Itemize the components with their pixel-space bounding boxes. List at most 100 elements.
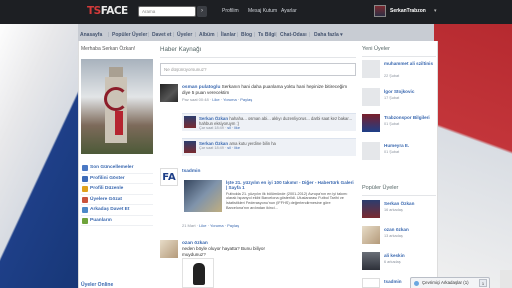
search-button[interactable]: › [197, 6, 207, 17]
greeting: Merhaba Serkan Özkan! [81, 46, 136, 52]
avatar[interactable] [184, 116, 196, 128]
avatar [374, 5, 386, 17]
avatar[interactable]: FA [160, 168, 178, 186]
post-time: Paz saat 00:48 [182, 96, 209, 102]
avatar [362, 114, 380, 132]
news-icon [82, 165, 88, 171]
subnav-ts-info[interactable]: Ts Bilgi [258, 32, 276, 38]
post-actions[interactable]: Like · Yoruma · Paylaş [212, 97, 252, 102]
subnav-home[interactable]: Anasayfa [80, 32, 102, 38]
menu-item-invite[interactable]: Arkadaş Davet Et [81, 205, 153, 216]
comment-body: Serkan Özkan hahaha... osman abi... aklı… [199, 116, 354, 130]
post-image[interactable] [182, 258, 214, 288]
member-date: 01 Şubat [384, 122, 400, 126]
scrollbar[interactable] [500, 270, 512, 288]
subnav-separator: | [309, 32, 311, 38]
post-actions[interactable]: Like · Yoruma · Paylaş [199, 223, 239, 228]
user-menu[interactable]: SerkanTrabzon ▾ [374, 4, 438, 19]
menu-item-label: Profili Düzenle [90, 186, 124, 191]
feed-post: ozan özkan neden böyle oluyor hayatta? B… [160, 240, 356, 260]
subnav-ads[interactable]: İlanlar [221, 32, 236, 38]
points-icon [82, 217, 88, 224]
feed-title: Haber Kaynağı [160, 46, 202, 53]
comment-actions[interactable]: sil · like [227, 146, 240, 150]
online-friends-chat-bar[interactable]: Çevrimiçi Arkadaşlar (1) 1 [410, 277, 490, 288]
member-date: 22 Şubat [384, 74, 400, 78]
article-description: Futbolda 21. yüzyılın ilk bölümünde (200… [226, 191, 348, 210]
member-name[interactable]: muhammet ali sziltinis [384, 61, 433, 66]
article-title[interactable]: İşte 21. yüzyılın en iyi 100 takımı! - D… [226, 180, 354, 191]
member-item[interactable]: Serkan Özkan 16 arkadaş [362, 200, 436, 226]
menu-item-label: Son Güncellemeler [90, 165, 134, 170]
subnav-separator: | [217, 32, 219, 38]
menu-item-browse-members[interactable]: Üyelere Gözat [81, 195, 153, 205]
profile-menu: Son Güncellemeler Profilini Göster Profi… [81, 163, 153, 226]
top-bar: TSFACE Arama › Profilim Mesaj Kutum Ayar… [0, 0, 512, 24]
subnav-album[interactable]: Albüm [199, 32, 215, 38]
menu-item-label: Puanların [90, 217, 112, 223]
member-item[interactable]: Humeyra E. 01 Şubat [362, 142, 436, 168]
member-name[interactable]: ozan özkan [384, 227, 409, 232]
subnav-invite[interactable]: Davet et [152, 32, 171, 38]
subnav-popular-members[interactable]: Popüler Üyeler [112, 32, 147, 38]
avatar [362, 252, 380, 270]
nav-profile[interactable]: Profilim [222, 8, 239, 14]
nav-messages[interactable]: Mesaj Kutum [248, 8, 277, 14]
subnav-members[interactable]: Üyeler [177, 32, 192, 38]
chat-count-badge[interactable]: 1 [479, 279, 487, 287]
comment-time: Çar saat 18:49 [199, 126, 224, 130]
subnav-separator: | [276, 32, 278, 38]
avatar [362, 60, 380, 78]
menu-item-label: Profilini Göster [90, 175, 125, 181]
members-icon [82, 196, 88, 203]
invite-icon [82, 207, 88, 213]
member-name[interactable]: Serkan Özkan [384, 201, 414, 206]
club-logo-icon [104, 87, 128, 111]
member-name[interactable]: tsadmin [384, 279, 402, 284]
member-name[interactable]: İgor Stojkovic [384, 89, 414, 94]
nav-settings[interactable]: Ayarlar [281, 8, 297, 14]
subnav-more[interactable]: Daha fazla ▾ [314, 32, 343, 38]
member-name[interactable]: Humeyra E. [384, 143, 409, 148]
avatar[interactable] [184, 141, 196, 153]
comment-meta: Çar saat 18:49 · sil · like [199, 126, 240, 130]
post-body: tsadmin [182, 168, 356, 174]
member-item[interactable]: ozan özkan 13 arkadaş [362, 226, 436, 252]
feed-post: osman pulatoglu Serkanın hani daha puanl… [160, 84, 356, 112]
chevron-down-icon: ▾ [434, 8, 437, 14]
avatar[interactable] [160, 240, 178, 258]
comment-actions[interactable]: sil · like [227, 126, 240, 130]
avatar[interactable] [160, 84, 178, 102]
profile-photo[interactable] [81, 59, 153, 154]
article-thumbnail[interactable] [184, 180, 222, 212]
logo-part-face: FACE [100, 5, 128, 17]
menu-item-updates[interactable]: Son Güncellemeler [81, 163, 153, 174]
member-name[interactable]: ali keskin [384, 253, 405, 258]
status-input[interactable]: Ne düşünüyorsunuz? [160, 63, 356, 76]
menu-item-points[interactable]: Puanların [81, 216, 153, 226]
member-item[interactable]: Trabzonspor Bilgileri 01 Şubat [362, 114, 436, 140]
menu-item-show-profile[interactable]: Profilini Göster [81, 174, 153, 184]
member-date: 01 Şubat [384, 150, 400, 154]
divider [160, 57, 356, 58]
menu-item-label: Arkadaş Davet Et [90, 207, 130, 212]
user-name: SerkanTrabzon [390, 8, 426, 14]
subnav-blog[interactable]: Blog [241, 32, 252, 38]
member-item[interactable]: İgor Stojkovic 17 Şubat [362, 88, 436, 114]
site-logo[interactable]: TSFACE [87, 4, 129, 19]
member-friend-count: 13 arkadaş [384, 234, 403, 238]
shared-article[interactable]: İşte 21. yüzyılın en iyi 100 takımı! - D… [182, 180, 356, 218]
member-item[interactable]: muhammet ali sziltinis 22 Şubat [362, 60, 436, 86]
member-name[interactable]: Trabzonspor Bilgileri [384, 115, 430, 120]
search-input[interactable]: Arama [138, 6, 196, 17]
background-right-decoration [434, 16, 512, 288]
subnav-separator: | [108, 32, 110, 38]
avatar [362, 142, 380, 160]
subnav-chat-room[interactable]: Chat-Odası [280, 32, 307, 38]
menu-item-edit-profile[interactable]: Profili Düzenle [81, 184, 153, 195]
online-members-heading[interactable]: Üyeler Online [81, 282, 113, 288]
member-item[interactable]: ali keskin 6 arkadaş [362, 252, 436, 278]
avatar [362, 278, 380, 288]
post-author[interactable]: tsadmin [182, 169, 200, 174]
background-left-decoration [0, 16, 78, 288]
